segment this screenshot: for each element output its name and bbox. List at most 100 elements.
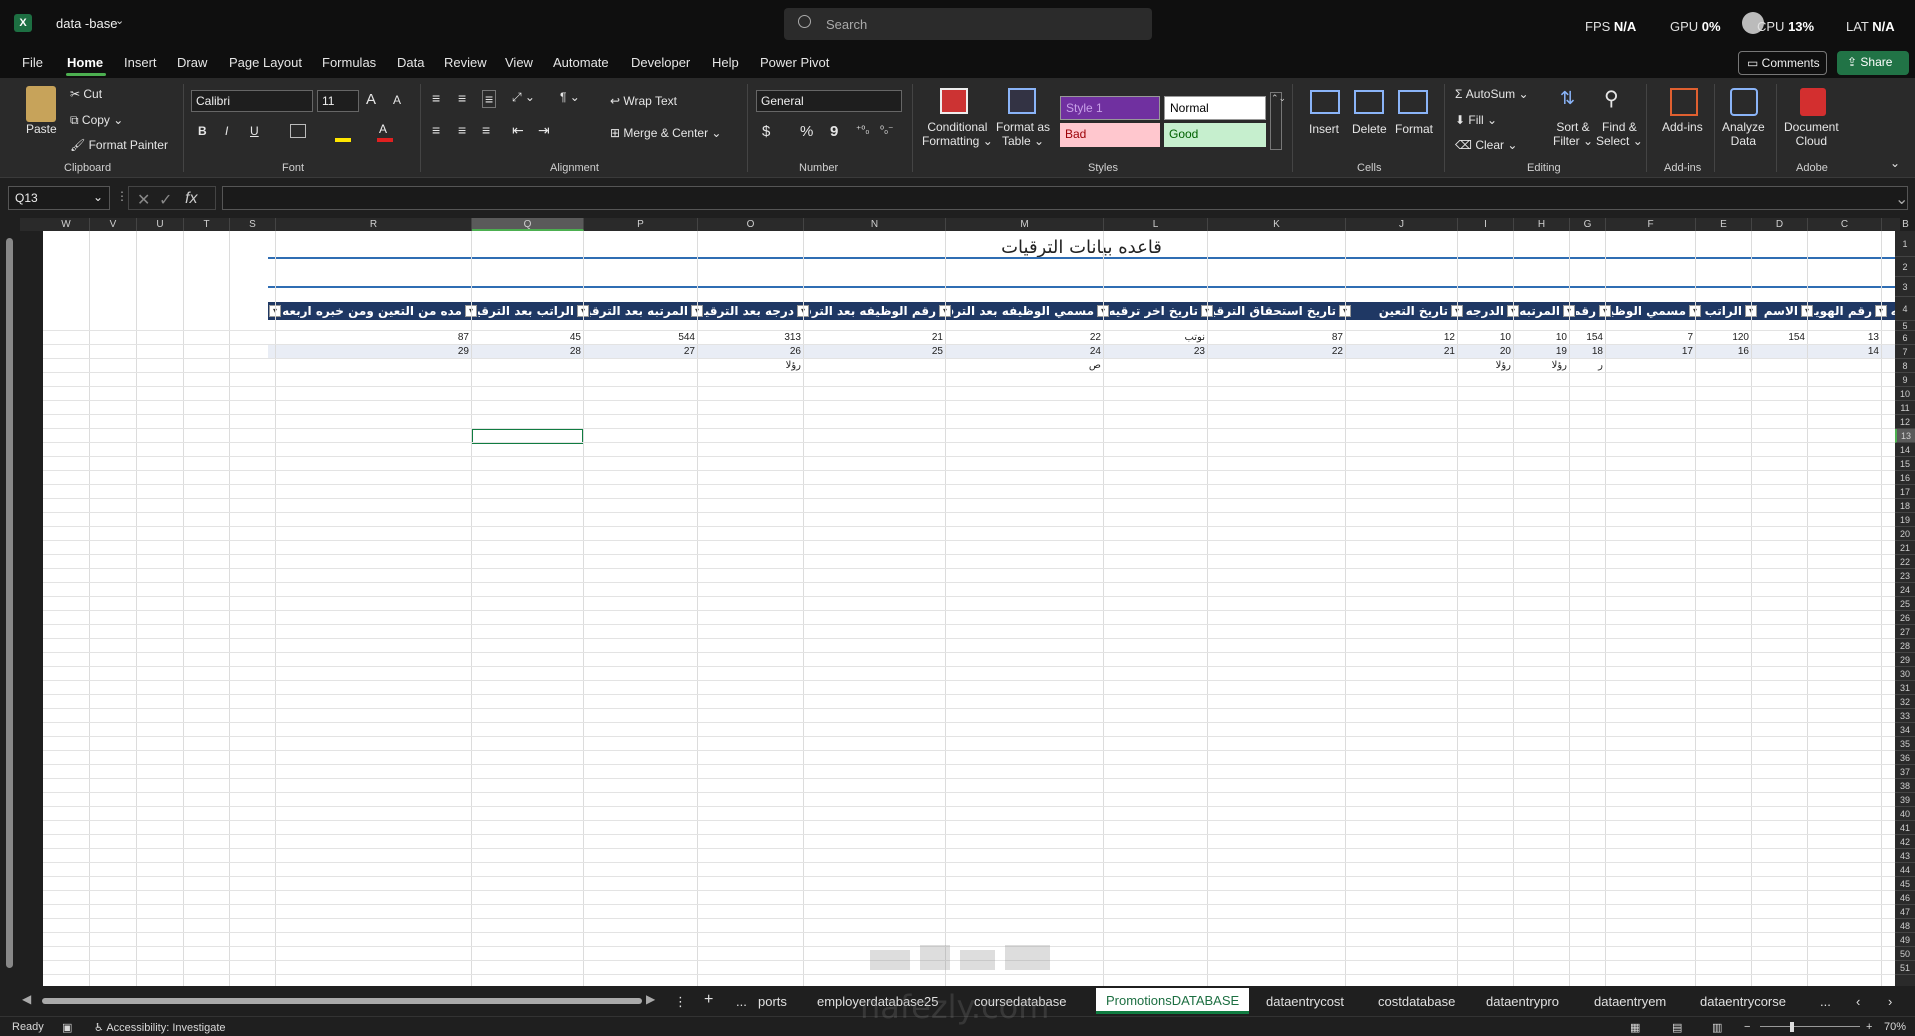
scroll-left-icon[interactable]: ◀: [22, 992, 31, 1006]
prev-sheet-icon[interactable]: ‹: [1856, 994, 1860, 1009]
rtl-icon[interactable]: ¶ ⌄: [560, 90, 580, 104]
row-header-37[interactable]: 37: [1895, 765, 1915, 779]
sheet-tab-costdatabase[interactable]: costdatabase: [1378, 994, 1455, 1009]
vertical-scroll-thumb[interactable]: [6, 238, 13, 968]
cell-r7[interactable]: 29: [276, 345, 469, 359]
column-header-l[interactable]: L: [1104, 218, 1208, 231]
name-box[interactable]: Q13 ⌄: [8, 186, 110, 210]
row-header-22[interactable]: 22: [1895, 555, 1915, 569]
comma-button[interactable]: 9: [830, 123, 838, 140]
table-header-g[interactable]: رقم: [1576, 302, 1598, 320]
tab-automate[interactable]: Automate: [553, 55, 609, 70]
sheet-tab-dataentryem[interactable]: dataentryem: [1594, 994, 1666, 1009]
column-header-v[interactable]: V: [90, 218, 137, 231]
column-header-j[interactable]: J: [1346, 218, 1458, 231]
row-header-38[interactable]: 38: [1895, 779, 1915, 793]
delete-cells-icon[interactable]: [1354, 90, 1384, 114]
table-header-q[interactable]: الراتب بعد الترقيه: [478, 302, 576, 320]
tab-file[interactable]: File: [22, 55, 43, 70]
column-header-d[interactable]: D: [1752, 218, 1808, 231]
column-header-i[interactable]: I: [1458, 218, 1514, 231]
row-header-20[interactable]: 20: [1895, 527, 1915, 541]
cell-h8[interactable]: رؤلا: [1514, 359, 1567, 373]
column-header-k[interactable]: K: [1208, 218, 1346, 231]
row-header-32[interactable]: 32: [1895, 695, 1915, 709]
format-painter-button[interactable]: 🖌 Format Painter: [70, 138, 168, 152]
column-header-t[interactable]: T: [184, 218, 230, 231]
decrease-indent-icon[interactable]: ⇤: [512, 122, 524, 139]
row-header-2[interactable]: 2: [1895, 257, 1915, 277]
worksheet-grid[interactable]: قاعده بيانات الترقيات الرقم العام▾الفئه▾…: [43, 231, 1895, 986]
search-box[interactable]: Search: [784, 8, 1152, 40]
column-header-u[interactable]: U: [137, 218, 184, 231]
chevron-down-icon[interactable]: ⌄: [93, 190, 103, 204]
align-top-icon[interactable]: ≡: [432, 90, 440, 106]
collapse-ribbon-icon[interactable]: ⌄: [1890, 156, 1900, 170]
search-input[interactable]: Search: [826, 17, 867, 32]
number-format-select[interactable]: General: [756, 90, 902, 112]
tab-insert[interactable]: Insert: [124, 55, 157, 70]
autosum-button[interactable]: Σ AutoSum ⌄: [1455, 87, 1529, 101]
row-header-27[interactable]: 27: [1895, 625, 1915, 639]
zoom-slider[interactable]: [1760, 1026, 1860, 1027]
insert-cells-icon[interactable]: [1310, 90, 1340, 114]
add-ins-button[interactable]: Add-ins: [1662, 120, 1703, 134]
zoom-slider-thumb[interactable]: [1790, 1022, 1794, 1032]
cancel-icon[interactable]: ✕: [137, 190, 150, 210]
sheet-tab-dataentrypro[interactable]: dataentrypro: [1486, 994, 1559, 1009]
column-header-o[interactable]: O: [698, 218, 804, 231]
bold-button[interactable]: B: [198, 124, 207, 138]
row-header-48[interactable]: 48: [1895, 919, 1915, 933]
tab-developer[interactable]: Developer: [631, 55, 690, 70]
fill-color-icon[interactable]: [335, 138, 351, 142]
row-header-30[interactable]: 30: [1895, 667, 1915, 681]
row-header-18[interactable]: 18: [1895, 499, 1915, 513]
row-header-41[interactable]: 41: [1895, 821, 1915, 835]
cell-n7[interactable]: 25: [804, 345, 943, 359]
cell-l7[interactable]: 23: [1104, 345, 1205, 359]
delete-cells-button[interactable]: Delete: [1352, 122, 1387, 136]
row-header-51[interactable]: 51: [1895, 961, 1915, 975]
row-header-45[interactable]: 45: [1895, 877, 1915, 891]
cell-c7[interactable]: 14: [1808, 345, 1879, 359]
paste-button[interactable]: Paste: [26, 122, 57, 136]
cell-b7[interactable]: 13: [1882, 345, 1895, 359]
normal-view-icon[interactable]: ▦: [1630, 1021, 1640, 1034]
macro-record-icon[interactable]: ▣: [62, 1021, 72, 1034]
cell-i7[interactable]: 20: [1458, 345, 1511, 359]
tab-power-pivot[interactable]: Power Pivot: [760, 55, 829, 70]
tab-draw[interactable]: Draw: [177, 55, 207, 70]
column-header-p[interactable]: P: [584, 218, 698, 231]
sheet-tab-ports[interactable]: ports: [758, 994, 787, 1009]
more-options-icon[interactable]: ⋮: [116, 189, 128, 203]
row-header-50[interactable]: 50: [1895, 947, 1915, 961]
row-header-9[interactable]: 9: [1895, 373, 1915, 387]
column-header-f[interactable]: F: [1606, 218, 1696, 231]
cell-r6[interactable]: 87: [276, 331, 469, 345]
row-header-16[interactable]: 16: [1895, 471, 1915, 485]
table-header-n[interactable]: رقم الوظيفه بعد الترقيه: [810, 302, 938, 320]
row-header-36[interactable]: 36: [1895, 751, 1915, 765]
good-style-cell[interactable]: Good: [1164, 123, 1266, 147]
align-middle-icon[interactable]: ≡: [458, 90, 466, 106]
table-header-d[interactable]: الاسم: [1758, 302, 1800, 320]
cell-g7[interactable]: 18: [1570, 345, 1603, 359]
next-sheet-icon[interactable]: ›: [1888, 994, 1892, 1009]
table-header-m[interactable]: مسمي الوظيفه بعد الترقيه: [952, 302, 1096, 320]
style1-cell[interactable]: Style 1: [1060, 96, 1160, 120]
table-header-p[interactable]: المرتبه بعد الترقيه: [590, 302, 690, 320]
cell-f7[interactable]: 17: [1606, 345, 1693, 359]
column-header-g[interactable]: G: [1570, 218, 1606, 231]
cell-d6[interactable]: 154: [1752, 331, 1805, 345]
conditional-formatting-icon[interactable]: [940, 88, 968, 114]
cell-g8[interactable]: ر: [1570, 359, 1603, 373]
row-header-42[interactable]: 42: [1895, 835, 1915, 849]
currency-button[interactable]: $: [762, 123, 770, 140]
sort-filter-button[interactable]: Sort & Filter ⌄: [1553, 120, 1593, 148]
tab-formulas[interactable]: Formulas: [322, 55, 376, 70]
zoom-out-icon[interactable]: −: [1744, 1021, 1750, 1033]
cell-k6[interactable]: 87: [1208, 331, 1343, 345]
cell-q6[interactable]: 45: [472, 331, 581, 345]
conditional-formatting-button[interactable]: Conditional Formatting ⌄: [922, 120, 993, 148]
cell-h6[interactable]: 10: [1514, 331, 1567, 345]
